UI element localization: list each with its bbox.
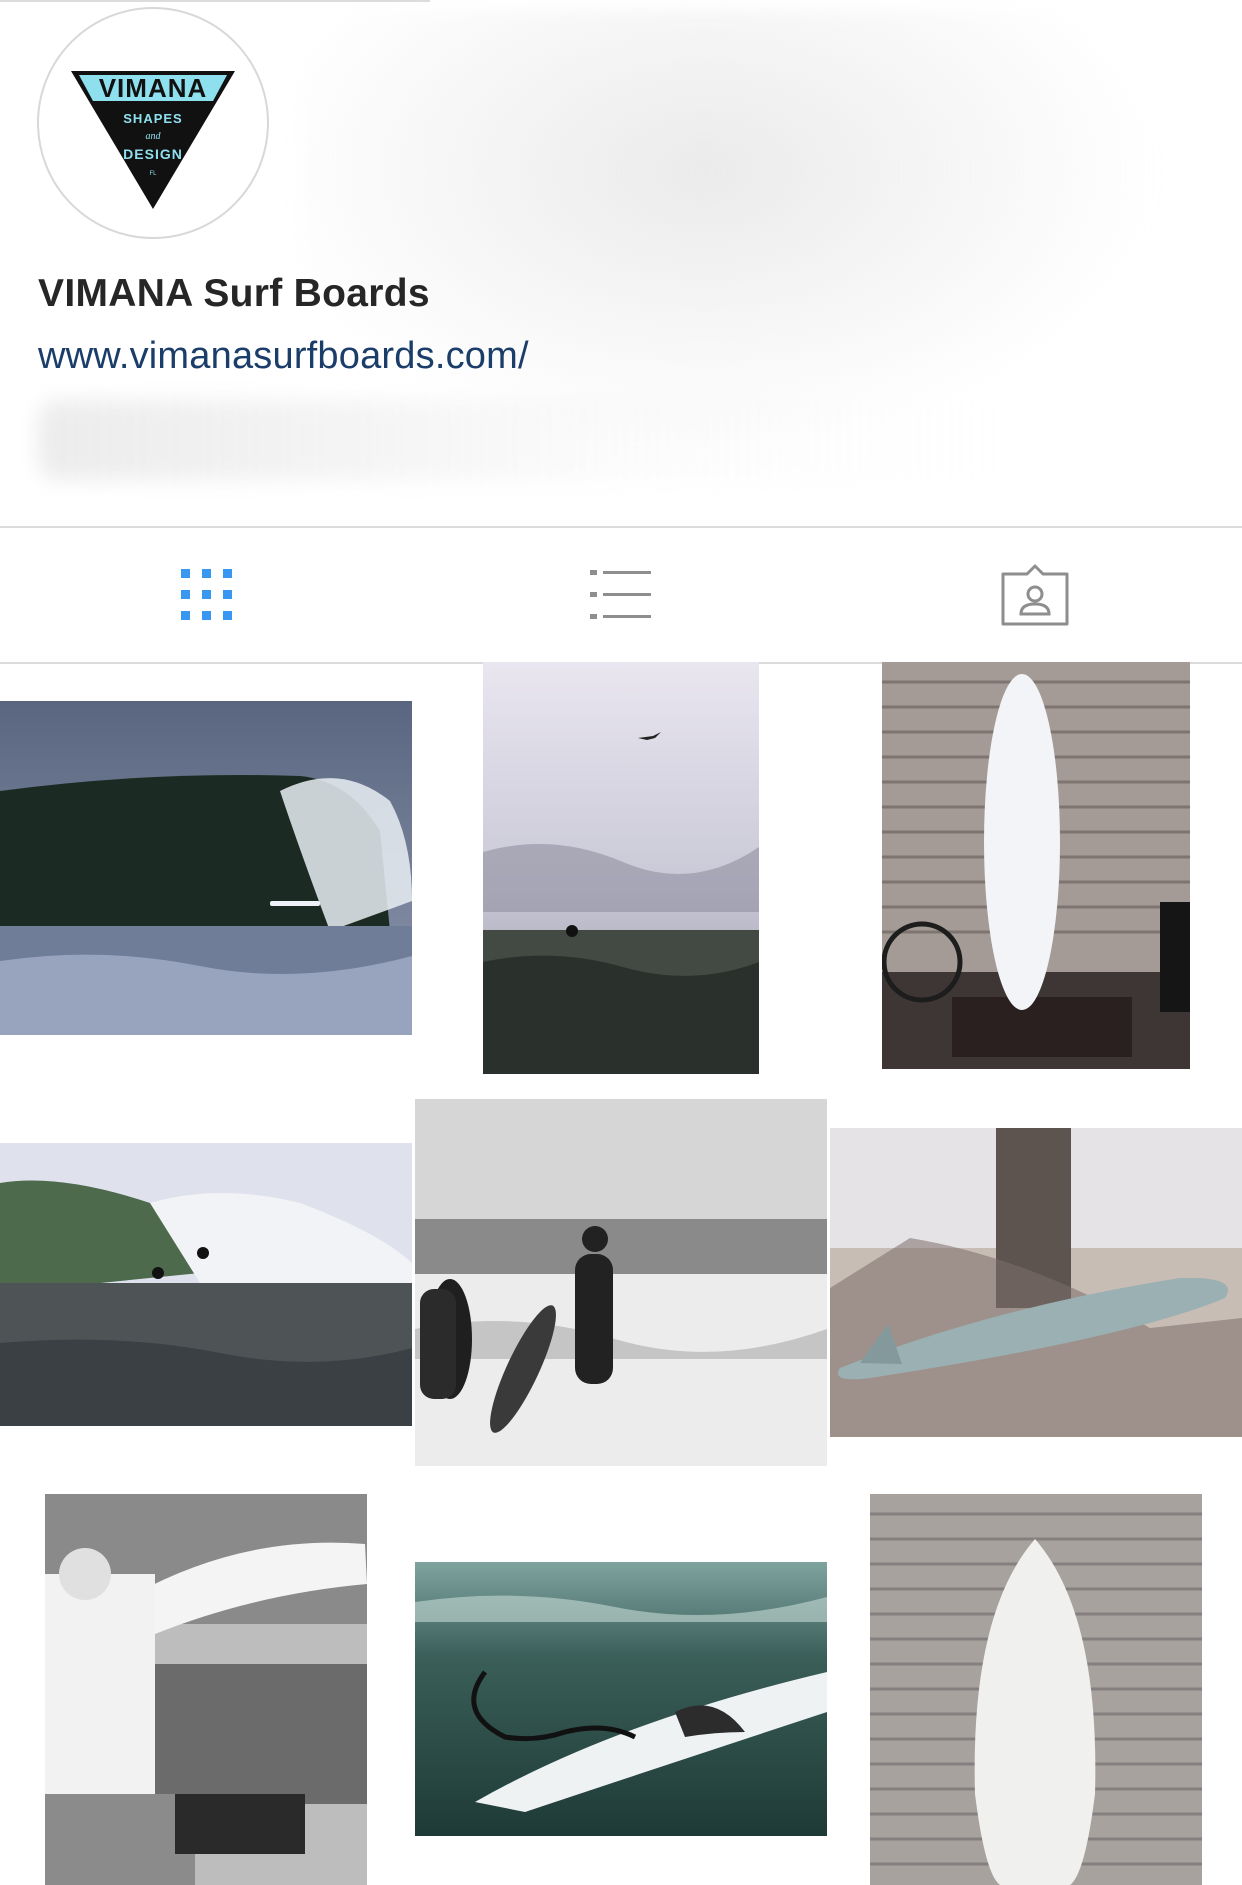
top-divider bbox=[0, 0, 430, 2]
grid-icon bbox=[181, 569, 232, 620]
logo-line3: DESIGN bbox=[123, 146, 183, 162]
tab-list[interactable] bbox=[414, 528, 828, 662]
grid-post-surfboard-garage[interactable] bbox=[882, 662, 1190, 1069]
list-icon bbox=[590, 570, 651, 619]
tab-grid[interactable] bbox=[0, 528, 414, 662]
grid-post-underwater-fin[interactable] bbox=[415, 1562, 827, 1836]
grid-post-surfers-walking[interactable] bbox=[415, 1099, 827, 1466]
profile-website-link[interactable]: www.vimanasurfboards.com/ bbox=[38, 335, 529, 378]
blurred-bio bbox=[38, 400, 998, 480]
grid-post-shaper-van[interactable] bbox=[45, 1494, 367, 1885]
tagged-person-icon bbox=[1001, 564, 1069, 626]
vimana-logo: VIMANA SHAPES and DESIGN FL bbox=[71, 71, 235, 209]
profile-avatar[interactable]: VIMANA SHAPES and DESIGN FL bbox=[37, 7, 269, 239]
logo-line4: FL bbox=[149, 171, 157, 177]
profile-tab-bar bbox=[0, 526, 1242, 664]
grid-post-wave-rider[interactable] bbox=[0, 1143, 412, 1426]
grid-post-board-on-sand[interactable] bbox=[830, 1128, 1242, 1437]
logo-line2: and bbox=[146, 131, 162, 142]
logo-line1: SHAPES bbox=[123, 111, 182, 126]
grid-post-wave[interactable] bbox=[0, 701, 412, 1035]
logo-brand-text: VIMANA bbox=[99, 73, 208, 103]
profile-name: VIMANA Surf Boards bbox=[38, 272, 430, 315]
tab-tagged[interactable] bbox=[828, 528, 1242, 662]
grid-post-fish-board-garage[interactable] bbox=[870, 1494, 1202, 1885]
grid-post-surfer-ocean[interactable] bbox=[483, 662, 759, 1074]
